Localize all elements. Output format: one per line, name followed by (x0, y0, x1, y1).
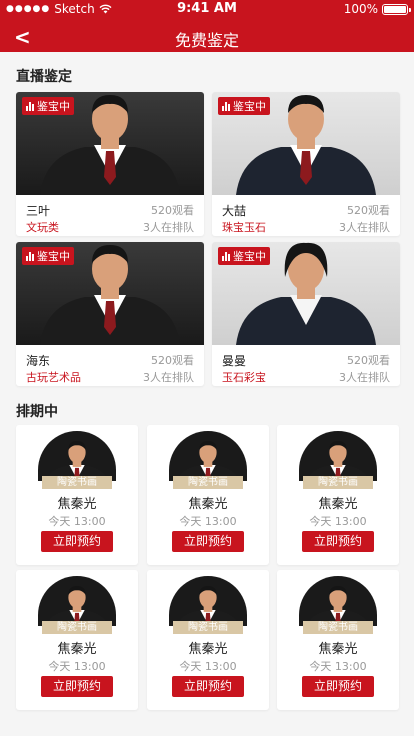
view-count: 520观看 (347, 204, 390, 217)
header-bar: ●●●●● Sketch 9:41 AM 100% < 免费鉴定 (0, 0, 414, 52)
book-now-button[interactable]: 立即预约 (302, 676, 374, 697)
live-info: 海东 520观看 古玩艺术品 3人在排队 (16, 345, 204, 386)
live-info: 三叶 520观看 文玩类 3人在排队 (16, 195, 204, 236)
avatar (38, 576, 116, 626)
battery-icon (382, 3, 411, 15)
schedule-card: 陶瓷书画 焦秦光 今天 13:00 立即预约 (277, 570, 399, 710)
book-now-button[interactable]: 立即预约 (172, 676, 244, 697)
category-tag: 陶瓷书画 (173, 621, 243, 634)
category-tag: 陶瓷书画 (173, 476, 243, 489)
live-badge-label: 鉴宝中 (37, 250, 70, 263)
view-count: 520观看 (347, 354, 390, 367)
book-now-button[interactable]: 立即预约 (172, 531, 244, 552)
view-count: 520观看 (151, 204, 194, 217)
expert-category: 珠宝玉石 (222, 221, 266, 234)
schedule-card: 陶瓷书画 焦秦光 今天 13:00 立即预约 (16, 570, 138, 710)
live-badge-label: 鉴宝中 (233, 100, 266, 113)
live-badge: 鉴宝中 (22, 247, 74, 265)
expert-photo: 鉴宝中 (212, 242, 400, 345)
expert-name: 大喆 (222, 204, 247, 218)
live-card[interactable]: 鉴宝中 海东 520观看 古玩艺术品 3人在排队 (16, 242, 204, 386)
expert-category: 玉石彩宝 (222, 371, 266, 384)
schedule-card: 陶瓷书画 焦秦光 今天 13:00 立即预约 (147, 570, 269, 710)
book-now-button[interactable]: 立即预约 (41, 531, 113, 552)
battery-percent: 100% (343, 2, 378, 16)
category-tag: 陶瓷书画 (42, 621, 112, 634)
expert-category: 古玩艺术品 (26, 371, 81, 384)
expert-name: 焦秦光 (318, 642, 358, 657)
schedule-card: 陶瓷书画 焦秦光 今天 13:00 立即预约 (16, 425, 138, 565)
expert-photo: 鉴宝中 (16, 242, 204, 345)
schedule-time: 今天 13:00 (48, 515, 106, 528)
live-badge: 鉴宝中 (218, 97, 270, 115)
live-badge-label: 鉴宝中 (37, 100, 70, 113)
expert-category: 文玩类 (26, 221, 59, 234)
queue-count: 3人在排队 (339, 221, 390, 234)
queue-count: 3人在排队 (143, 221, 194, 234)
live-bars-icon (222, 101, 230, 111)
live-card[interactable]: 鉴宝中 大喆 520观看 珠宝玉石 3人在排队 (212, 92, 400, 236)
expert-name: 焦秦光 (318, 497, 358, 512)
live-section-title: 直播鉴定 (16, 69, 72, 85)
queue-count: 3人在排队 (143, 371, 194, 384)
book-now-button[interactable]: 立即预约 (41, 676, 113, 697)
expert-photo: 鉴宝中 (16, 92, 204, 195)
expert-photo: 鉴宝中 (212, 92, 400, 195)
book-now-button[interactable]: 立即预约 (302, 531, 374, 552)
category-tag: 陶瓷书画 (42, 476, 112, 489)
expert-name: 曼曼 (222, 354, 247, 368)
view-count: 520观看 (151, 354, 194, 367)
page-title: 免费鉴定 (174, 31, 239, 50)
avatar (169, 431, 247, 481)
expert-name: 三叶 (26, 204, 51, 218)
category-tag: 陶瓷书画 (303, 621, 373, 634)
nav-bar: < 免费鉴定 (0, 20, 414, 52)
expert-name: 焦秦光 (57, 642, 97, 657)
expert-name: 焦秦光 (57, 497, 97, 512)
live-badge-label: 鉴宝中 (233, 250, 266, 263)
expert-name: 焦秦光 (188, 642, 228, 657)
avatar (299, 576, 377, 626)
live-card[interactable]: 鉴宝中 三叶 520观看 文玩类 3人在排队 (16, 92, 204, 236)
live-badge: 鉴宝中 (22, 97, 74, 115)
status-bar: ●●●●● Sketch 9:41 AM 100% (0, 0, 414, 18)
avatar (169, 576, 247, 626)
live-info: 曼曼 520观看 玉石彩宝 3人在排队 (212, 345, 400, 386)
schedule-section-title: 排期中 (16, 404, 58, 420)
live-bars-icon (26, 101, 34, 111)
live-bars-icon (26, 251, 34, 261)
live-bars-icon (222, 251, 230, 261)
schedule-time: 今天 13:00 (179, 515, 237, 528)
live-card[interactable]: 鉴宝中 曼曼 520观看 玉石彩宝 3人在排队 (212, 242, 400, 386)
schedule-time: 今天 13:00 (309, 515, 367, 528)
schedule-time: 今天 13:00 (309, 660, 367, 673)
schedule-time: 今天 13:00 (179, 660, 237, 673)
expert-name: 海东 (26, 354, 51, 368)
schedule-card: 陶瓷书画 焦秦光 今天 13:00 立即预约 (277, 425, 399, 565)
avatar (299, 431, 377, 481)
live-badge: 鉴宝中 (218, 247, 270, 265)
category-tag: 陶瓷书画 (303, 476, 373, 489)
live-info: 大喆 520观看 珠宝玉石 3人在排队 (212, 195, 400, 236)
schedule-card: 陶瓷书画 焦秦光 今天 13:00 立即预约 (147, 425, 269, 565)
avatar (38, 431, 116, 481)
queue-count: 3人在排队 (339, 371, 390, 384)
schedule-time: 今天 13:00 (48, 660, 106, 673)
expert-name: 焦秦光 (188, 497, 228, 512)
